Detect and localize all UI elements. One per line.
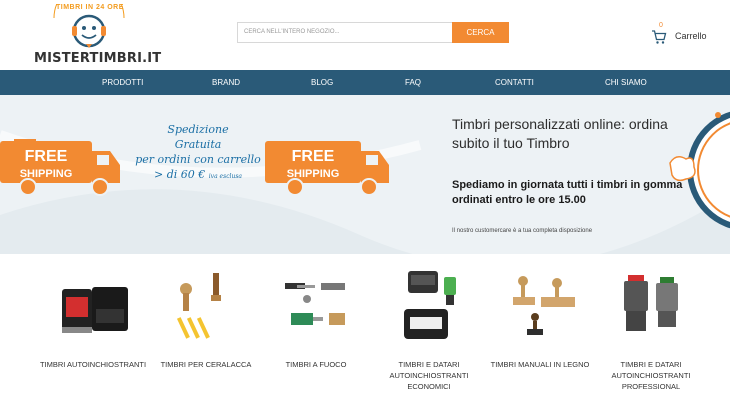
nav-item-prodotti[interactable]: PRODOTTI [102,70,143,95]
banner-title: Timbri personalizzati online: ordina sub… [452,116,668,151]
hero-banner[interactable]: FREE SHIPPING Spedizione Gratuita per or… [0,95,730,254]
category-card-economici[interactable]: TIMBRI E DATARI AUTOINCHIOSTRANTI ECONOM… [374,254,484,400]
search-button[interactable]: CERCA [452,22,509,43]
main-nav: PRODOTTI BRAND BLOG FAQ CONTATTI CHI SIA… [0,70,730,95]
wax-seal-stamp-image [176,273,221,339]
category-label: TIMBRI MANUALI IN LEGNO [490,360,590,369]
branding-iron-image [285,283,345,325]
category-label: TIMBRI A FUOCO [285,360,347,369]
banner-customercare: Il nostro customercare è a tua completa … [452,228,593,234]
free-shipping-truck-icon: FREE SHIPPING [265,141,389,196]
svg-text:SHIPPING: SHIPPING [20,168,73,180]
nav-item-brand[interactable]: BRAND [212,70,240,95]
category-label: TIMBRI E DATARI AUTOINCHIOSTRANTI ECONOM… [389,360,469,391]
nav-item-blog[interactable]: BLOG [311,70,333,95]
banner-shipping-info: Spediamo in giornata tutti i timbri in g… [452,179,683,206]
category-card-autoinchiostranti[interactable]: TIMBRI AUTOINCHIOSTRANTI [38,254,148,400]
logo-text: MISTERTIMBRI.IT [34,51,162,66]
site-header: TIMBRI IN 24 ORE MISTERTIMBRI.IT CERCA N… [0,0,730,70]
category-card-ceralacca[interactable]: TIMBRI PER CERALACCA [151,254,261,400]
category-label: TIMBRI PER CERALACCA [160,360,252,369]
nav-item-contatti[interactable]: CONTATTI [495,70,534,95]
cart-link[interactable]: Carrello [675,31,707,41]
category-card-legno[interactable]: TIMBRI MANUALI IN LEGNO [485,254,595,400]
svg-text:FREE: FREE [292,148,335,165]
cart-icon[interactable] [651,29,667,45]
category-label: TIMBRI E DATARI AUTOINCHIOSTRANTI PROFES… [611,360,691,391]
svg-text:FREE: FREE [25,148,68,165]
search-input[interactable]: CERCA NELL'INTERO NEGOZIO... [237,22,453,43]
category-grid: TIMBRI AUTOINCHIOSTRANTI TIMBRI PER CERA… [0,254,730,400]
category-card-a-fuoco[interactable]: TIMBRI A FUOCO [261,254,371,400]
professional-stamp-image [624,275,678,331]
date-stamp-image [404,271,456,339]
svg-text:SHIPPING: SHIPPING [287,168,340,180]
nav-item-faq[interactable]: FAQ [405,70,421,95]
free-shipping-truck-icon: FREE SHIPPING [0,139,120,196]
nav-item-chi-siamo[interactable]: CHI SIAMO [605,70,647,95]
wooden-stamp-image [513,276,575,335]
logo-tagline: TIMBRI IN 24 ORE [56,4,124,11]
self-inking-stamp-image [62,287,128,333]
category-card-professional[interactable]: TIMBRI E DATARI AUTOINCHIOSTRANTI PROFES… [596,254,706,400]
site-logo[interactable]: TIMBRI IN 24 ORE MISTERTIMBRI.IT [34,0,162,66]
promo-text: Spedizione Gratuita per ordini con carre… [135,123,261,181]
cart-count-badge: 0 [659,22,663,29]
category-label: TIMBRI AUTOINCHIOSTRANTI [39,360,147,369]
mascot-clock-icon [669,111,730,229]
